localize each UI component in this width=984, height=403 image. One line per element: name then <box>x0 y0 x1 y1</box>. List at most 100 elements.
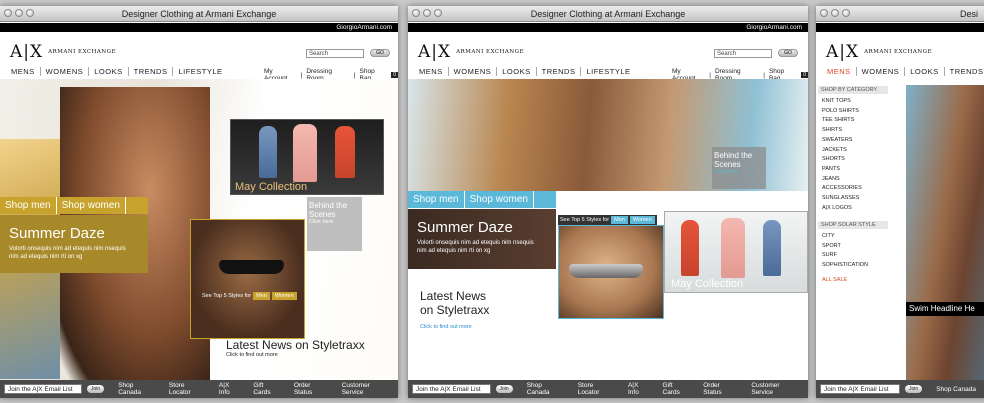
minimize-icon[interactable] <box>15 9 23 17</box>
footer-link[interactable]: Order Status <box>294 382 330 396</box>
sunglasses-photo[interactable] <box>558 225 664 319</box>
behind-scenes-panel[interactable]: Behind the Scenes Click here <box>712 147 766 189</box>
go-button[interactable]: GO <box>778 49 798 57</box>
footer-link[interactable]: Gift Cards <box>253 382 282 396</box>
footer-link[interactable]: A|X Info <box>628 382 651 396</box>
find-out-more-link[interactable]: Click to find out more <box>420 324 472 330</box>
join-button[interactable]: Join <box>905 385 923 393</box>
swim-headline[interactable]: Swim Headline He <box>906 302 984 316</box>
latest-news-title[interactable]: Latest News on Styletraxx <box>226 338 365 352</box>
logo[interactable]: A|X ARMANI EXCHANGE <box>826 42 932 62</box>
close-icon[interactable] <box>820 9 828 17</box>
nav-looks[interactable]: LOOKS <box>89 67 129 76</box>
footer-link[interactable]: Customer Service <box>342 382 392 396</box>
title-bar: Designer Clothing at Armani Exchange <box>408 6 808 22</box>
nav-mens[interactable]: MENS <box>6 67 41 76</box>
category-item[interactable]: SHIRTS <box>822 126 862 136</box>
category-item[interactable]: SWEATERS <box>822 136 862 146</box>
footer-link[interactable]: Order Status <box>703 382 739 396</box>
category-item[interactable]: A|X LOGOS <box>822 204 862 214</box>
category-item[interactable]: SPORT <box>822 242 868 252</box>
click-here-link[interactable]: Click here <box>712 169 766 175</box>
search-input[interactable]: Search <box>306 49 364 58</box>
all-sale-link[interactable]: ALL SALE <box>822 276 847 286</box>
top5-men-button[interactable]: Men <box>253 292 270 300</box>
nav-looks[interactable]: LOOKS <box>905 67 945 76</box>
category-item[interactable]: SOPHISTICATION <box>822 261 868 271</box>
giorgio-armani-link[interactable]: GiorgioArmani.com <box>336 24 392 31</box>
footer: Join the A|X Email List Join Shop Canada… <box>0 380 398 398</box>
close-icon[interactable] <box>4 9 12 17</box>
nav-trends[interactable]: TRENDS <box>945 67 984 76</box>
category-item[interactable]: TEE SHIRTS <box>822 116 862 126</box>
summer-daze-panel[interactable] <box>0 215 148 273</box>
join-button[interactable]: Join <box>495 385 513 393</box>
nav-mens[interactable]: MENS <box>822 67 857 76</box>
go-button[interactable]: GO <box>370 49 390 57</box>
bag-count: 0 <box>801 72 808 78</box>
email-signup-input[interactable]: Join the A|X Email List <box>412 384 491 394</box>
top5-women-button[interactable]: Women <box>271 292 297 300</box>
category-item[interactable]: SUNGLASSES <box>822 194 862 204</box>
nav-womens[interactable]: WOMENS <box>449 67 498 76</box>
footer-link[interactable]: Customer Service <box>751 382 802 396</box>
shop-men-button[interactable]: Shop men <box>0 197 57 214</box>
footer-link[interactable]: Shop Canada <box>527 382 566 396</box>
nav-womens[interactable]: WOMENS <box>41 67 90 76</box>
minimize-icon[interactable] <box>423 9 431 17</box>
nav-lifestyle[interactable]: LIFESTYLE <box>581 67 635 76</box>
top5-women-button[interactable]: Women <box>629 216 655 224</box>
nav-womens[interactable]: WOMENS <box>857 67 906 76</box>
category-item[interactable]: ACCESSORIES <box>822 184 862 194</box>
footer-link[interactable]: Shop Canada <box>936 386 976 393</box>
summer-daze-title: Summer Daze <box>9 225 105 242</box>
category-item[interactable]: PANTS <box>822 165 862 175</box>
category-item[interactable]: SURF <box>822 251 868 261</box>
footer-link[interactable]: Gift Cards <box>663 382 692 396</box>
browser-window-1: Designer Clothing at Armani Exchange Gio… <box>0 6 398 398</box>
sunglasses-photo[interactable] <box>190 219 305 339</box>
top5-men-button[interactable]: Men <box>611 216 628 224</box>
category-item[interactable]: CITY <box>822 232 868 242</box>
may-collection-panel[interactable]: May Collection <box>664 211 808 293</box>
email-signup-input[interactable]: Join the A|X Email List <box>4 384 83 394</box>
category-item[interactable]: JEANS <box>822 175 862 185</box>
zoom-icon[interactable] <box>26 9 34 17</box>
minimize-icon[interactable] <box>831 9 839 17</box>
footer-link[interactable]: A|X Info <box>219 382 241 396</box>
category-item[interactable]: KNIT TOPS <box>822 97 862 107</box>
shop-men-button[interactable]: Shop men <box>408 191 465 208</box>
solar-list: CITY SPORT SURF SOPHISTICATION <box>822 232 868 271</box>
search-input[interactable]: Search <box>714 49 772 58</box>
browser-window-3: Desi A|X ARMANI EXCHANGE MENS WOMENS LOOKS T… <box>816 6 984 398</box>
zoom-icon[interactable] <box>842 9 850 17</box>
logo[interactable]: A|X ARMANI EXCHANGE <box>418 42 524 62</box>
close-icon[interactable] <box>412 9 420 17</box>
swim-photo <box>906 85 984 380</box>
bag-count: 0 <box>391 72 398 78</box>
logo[interactable]: A|X ARMANI EXCHANGE <box>10 42 116 62</box>
footer-link[interactable]: Store Locator <box>169 382 207 396</box>
click-here-link[interactable]: Click here <box>307 219 362 225</box>
shop-women-button[interactable]: Shop women <box>465 191 534 208</box>
latest-news-title[interactable]: Latest News on Styletraxx <box>420 289 489 317</box>
footer-link[interactable]: Store Locator <box>578 382 616 396</box>
category-item[interactable]: JACKETS <box>822 146 862 156</box>
find-out-more-link[interactable]: Click to find out more <box>226 352 278 358</box>
shop-women-button[interactable]: Shop women <box>57 197 126 214</box>
nav-trends[interactable]: TRENDS <box>129 67 174 76</box>
giorgio-armani-link[interactable]: GiorgioArmani.com <box>746 24 802 31</box>
email-signup-input[interactable]: Join the A|X Email List <box>820 384 900 394</box>
zoom-icon[interactable] <box>434 9 442 17</box>
may-collection-panel[interactable]: May Collection <box>230 119 384 195</box>
nav-mens[interactable]: MENS <box>414 67 449 76</box>
footer-link[interactable]: Shop Canada <box>118 382 157 396</box>
nav-lifestyle[interactable]: LIFESTYLE <box>173 67 227 76</box>
join-button[interactable]: Join <box>87 385 105 393</box>
nav-trends[interactable]: TRENDS <box>537 67 582 76</box>
nav-looks[interactable]: LOOKS <box>497 67 537 76</box>
category-item[interactable]: POLO SHIRTS <box>822 107 862 117</box>
footer: Join the A|X Email List Join Shop Canada <box>816 380 984 398</box>
behind-scenes-panel[interactable]: Behind the Scenes Click here <box>307 197 362 251</box>
category-item[interactable]: SHORTS <box>822 155 862 165</box>
